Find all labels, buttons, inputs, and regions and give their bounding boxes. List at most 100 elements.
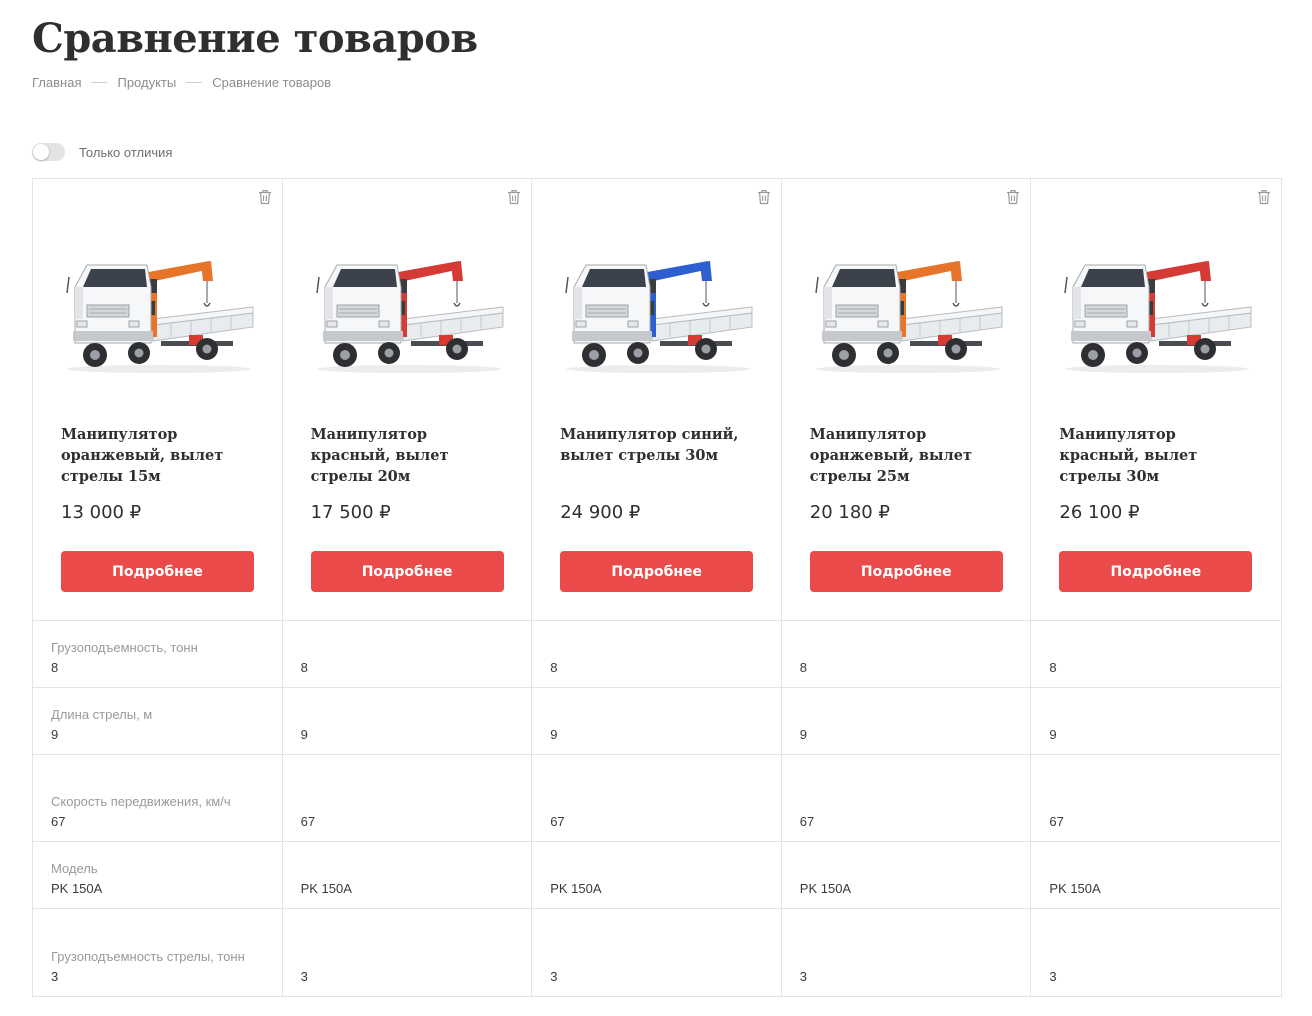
spec-value: 3 <box>300 969 308 984</box>
spec-cell: 67 <box>283 755 533 841</box>
trash-icon[interactable] <box>507 189 521 205</box>
product-price: 13 000 ₽ <box>61 502 142 523</box>
spec-cell: 8 <box>532 621 782 687</box>
only-differences-label: Только отличия <box>79 144 173 160</box>
toggle-switch[interactable] <box>32 143 65 161</box>
spec-row: Скорость передвижения, км/ч 67 67 67 67 67 <box>33 755 1281 842</box>
spec-cell: PK 150A <box>782 842 1032 908</box>
spec-label: Скорость передвижения, км/ч <box>51 794 231 809</box>
spec-value: 3 <box>51 969 59 984</box>
spec-value: 8 <box>550 660 558 675</box>
product-name[interactable]: Манипулятор оранжевый, вылет стрелы 25м <box>810 424 1010 487</box>
spec-value: PK 150A <box>51 881 103 896</box>
details-button[interactable]: Подробнее <box>560 551 754 592</box>
trash-icon[interactable] <box>1257 189 1271 205</box>
spec-value: 67 <box>51 814 66 829</box>
spec-value: 9 <box>550 727 558 742</box>
spec-cell: 8 <box>1031 621 1281 687</box>
spec-cell: Грузоподъемность стрелы, тонн 3 <box>33 909 283 996</box>
spec-value: 3 <box>1049 969 1057 984</box>
spec-cell: PK 150A <box>1031 842 1281 908</box>
details-button[interactable]: Подробнее <box>1059 551 1253 592</box>
spec-value: PK 150A <box>799 881 852 896</box>
details-button[interactable]: Подробнее <box>310 551 504 592</box>
spec-value: 8 <box>51 660 59 675</box>
breadcrumb: Главная Продукты Сравнение товаров <box>32 75 331 90</box>
spec-value: 3 <box>550 969 558 984</box>
spec-cell: PK 150A <box>532 842 782 908</box>
spec-cell: Длина стрелы, м 9 <box>33 688 283 754</box>
breadcrumb-separator <box>186 82 203 83</box>
spec-value: PK 150A <box>550 881 602 896</box>
spec-cell: 67 <box>782 755 1032 841</box>
spec-cell: 3 <box>1031 909 1281 996</box>
spec-value: 8 <box>1049 660 1057 675</box>
product-image[interactable] <box>810 247 1006 375</box>
spec-cell: PK 150A <box>283 842 533 908</box>
spec-value: 9 <box>1049 727 1057 742</box>
spec-cell: Скорость передвижения, км/ч 67 <box>33 755 283 841</box>
product-card: Манипулятор оранжевый, вылет стрелы 25м … <box>782 179 1032 620</box>
breadcrumb-current: Сравнение товаров <box>212 75 332 90</box>
spec-value: 67 <box>1049 814 1064 829</box>
breadcrumb-home[interactable]: Главная <box>32 75 81 90</box>
details-button[interactable]: Подробнее <box>61 551 254 592</box>
spec-cell: 67 <box>532 755 782 841</box>
breadcrumb-products[interactable]: Продукты <box>117 75 176 90</box>
product-image[interactable] <box>311 247 507 375</box>
spec-cell: 67 <box>1031 755 1281 841</box>
spec-cell: 9 <box>1031 688 1281 754</box>
spec-label: Грузоподъемность, тонн <box>51 640 198 655</box>
spec-cell: 9 <box>782 688 1032 754</box>
spec-value: 67 <box>300 814 316 829</box>
trash-icon[interactable] <box>1006 189 1020 205</box>
spec-cell: 3 <box>532 909 782 996</box>
product-card: Манипулятор красный, вылет стрелы 20м 17… <box>283 179 533 620</box>
spec-row: Длина стрелы, м 9 9 9 9 9 <box>33 688 1281 755</box>
spec-value: 3 <box>799 969 808 984</box>
spec-row: Модель PK 150A PK 150A PK 150A PK 150A PK 150… <box>33 842 1281 909</box>
product-image[interactable] <box>61 247 257 375</box>
comparison-table: Манипулятор оранжевый, вылет стрелы 15м … <box>32 178 1282 997</box>
product-name[interactable]: Манипулятор оранжевый, вылет стрелы 15м <box>61 424 261 487</box>
product-cards-row: Манипулятор оранжевый, вылет стрелы 15м … <box>33 179 1281 621</box>
product-name[interactable]: Манипулятор синий, вылет стрелы 30м <box>560 424 760 466</box>
spec-cell: 3 <box>283 909 533 996</box>
spec-value: 8 <box>799 660 808 675</box>
spec-label: Длина стрелы, м <box>51 707 153 722</box>
only-differences-toggle[interactable]: Только отличия <box>32 143 172 161</box>
spec-value: 8 <box>300 660 308 675</box>
spec-cell: 8 <box>283 621 533 687</box>
specs-section: Грузоподъемность, тонн 8 8 8 8 8 Длина стрелы,… <box>33 621 1281 996</box>
spec-label: Грузоподъемность стрелы, тонн <box>51 949 245 964</box>
product-name[interactable]: Манипулятор красный, вылет стрелы 20м <box>311 424 511 487</box>
product-price: 24 900 ₽ <box>560 502 641 523</box>
spec-cell: 8 <box>782 621 1032 687</box>
spec-cell: Модель PK 150A <box>33 842 283 908</box>
product-image[interactable] <box>560 247 756 375</box>
details-button[interactable]: Подробнее <box>809 551 1003 592</box>
product-card: Манипулятор оранжевый, вылет стрелы 15м … <box>33 179 283 620</box>
product-image[interactable] <box>1059 247 1255 375</box>
product-price: 17 500 ₽ <box>310 502 391 523</box>
spec-label: Модель <box>51 861 98 876</box>
product-card: Манипулятор синий, вылет стрелы 30м 24 9… <box>532 179 782 620</box>
spec-row: Грузоподъемность, тонн 8 8 8 8 8 <box>33 621 1281 688</box>
product-card: Манипулятор красный, вылет стрелы 30м 26… <box>1031 179 1281 620</box>
spec-value: 9 <box>300 727 308 742</box>
trash-icon[interactable] <box>757 189 771 205</box>
spec-cell: 9 <box>532 688 782 754</box>
product-price: 26 100 ₽ <box>1059 502 1140 523</box>
product-name[interactable]: Манипулятор красный, вылет стрелы 30м <box>1059 424 1259 487</box>
spec-cell: 3 <box>782 909 1032 996</box>
spec-value: 9 <box>799 727 808 742</box>
spec-value: 67 <box>550 814 565 829</box>
breadcrumb-separator <box>91 82 108 83</box>
spec-value: PK 150A <box>1049 881 1101 896</box>
spec-cell: 9 <box>283 688 533 754</box>
spec-value: 67 <box>799 814 815 829</box>
trash-icon[interactable] <box>258 189 272 205</box>
product-price: 20 180 ₽ <box>809 502 890 523</box>
spec-row: Грузоподъемность стрелы, тонн 3 3 3 3 3 <box>33 909 1281 996</box>
toggle-knob <box>33 144 49 160</box>
